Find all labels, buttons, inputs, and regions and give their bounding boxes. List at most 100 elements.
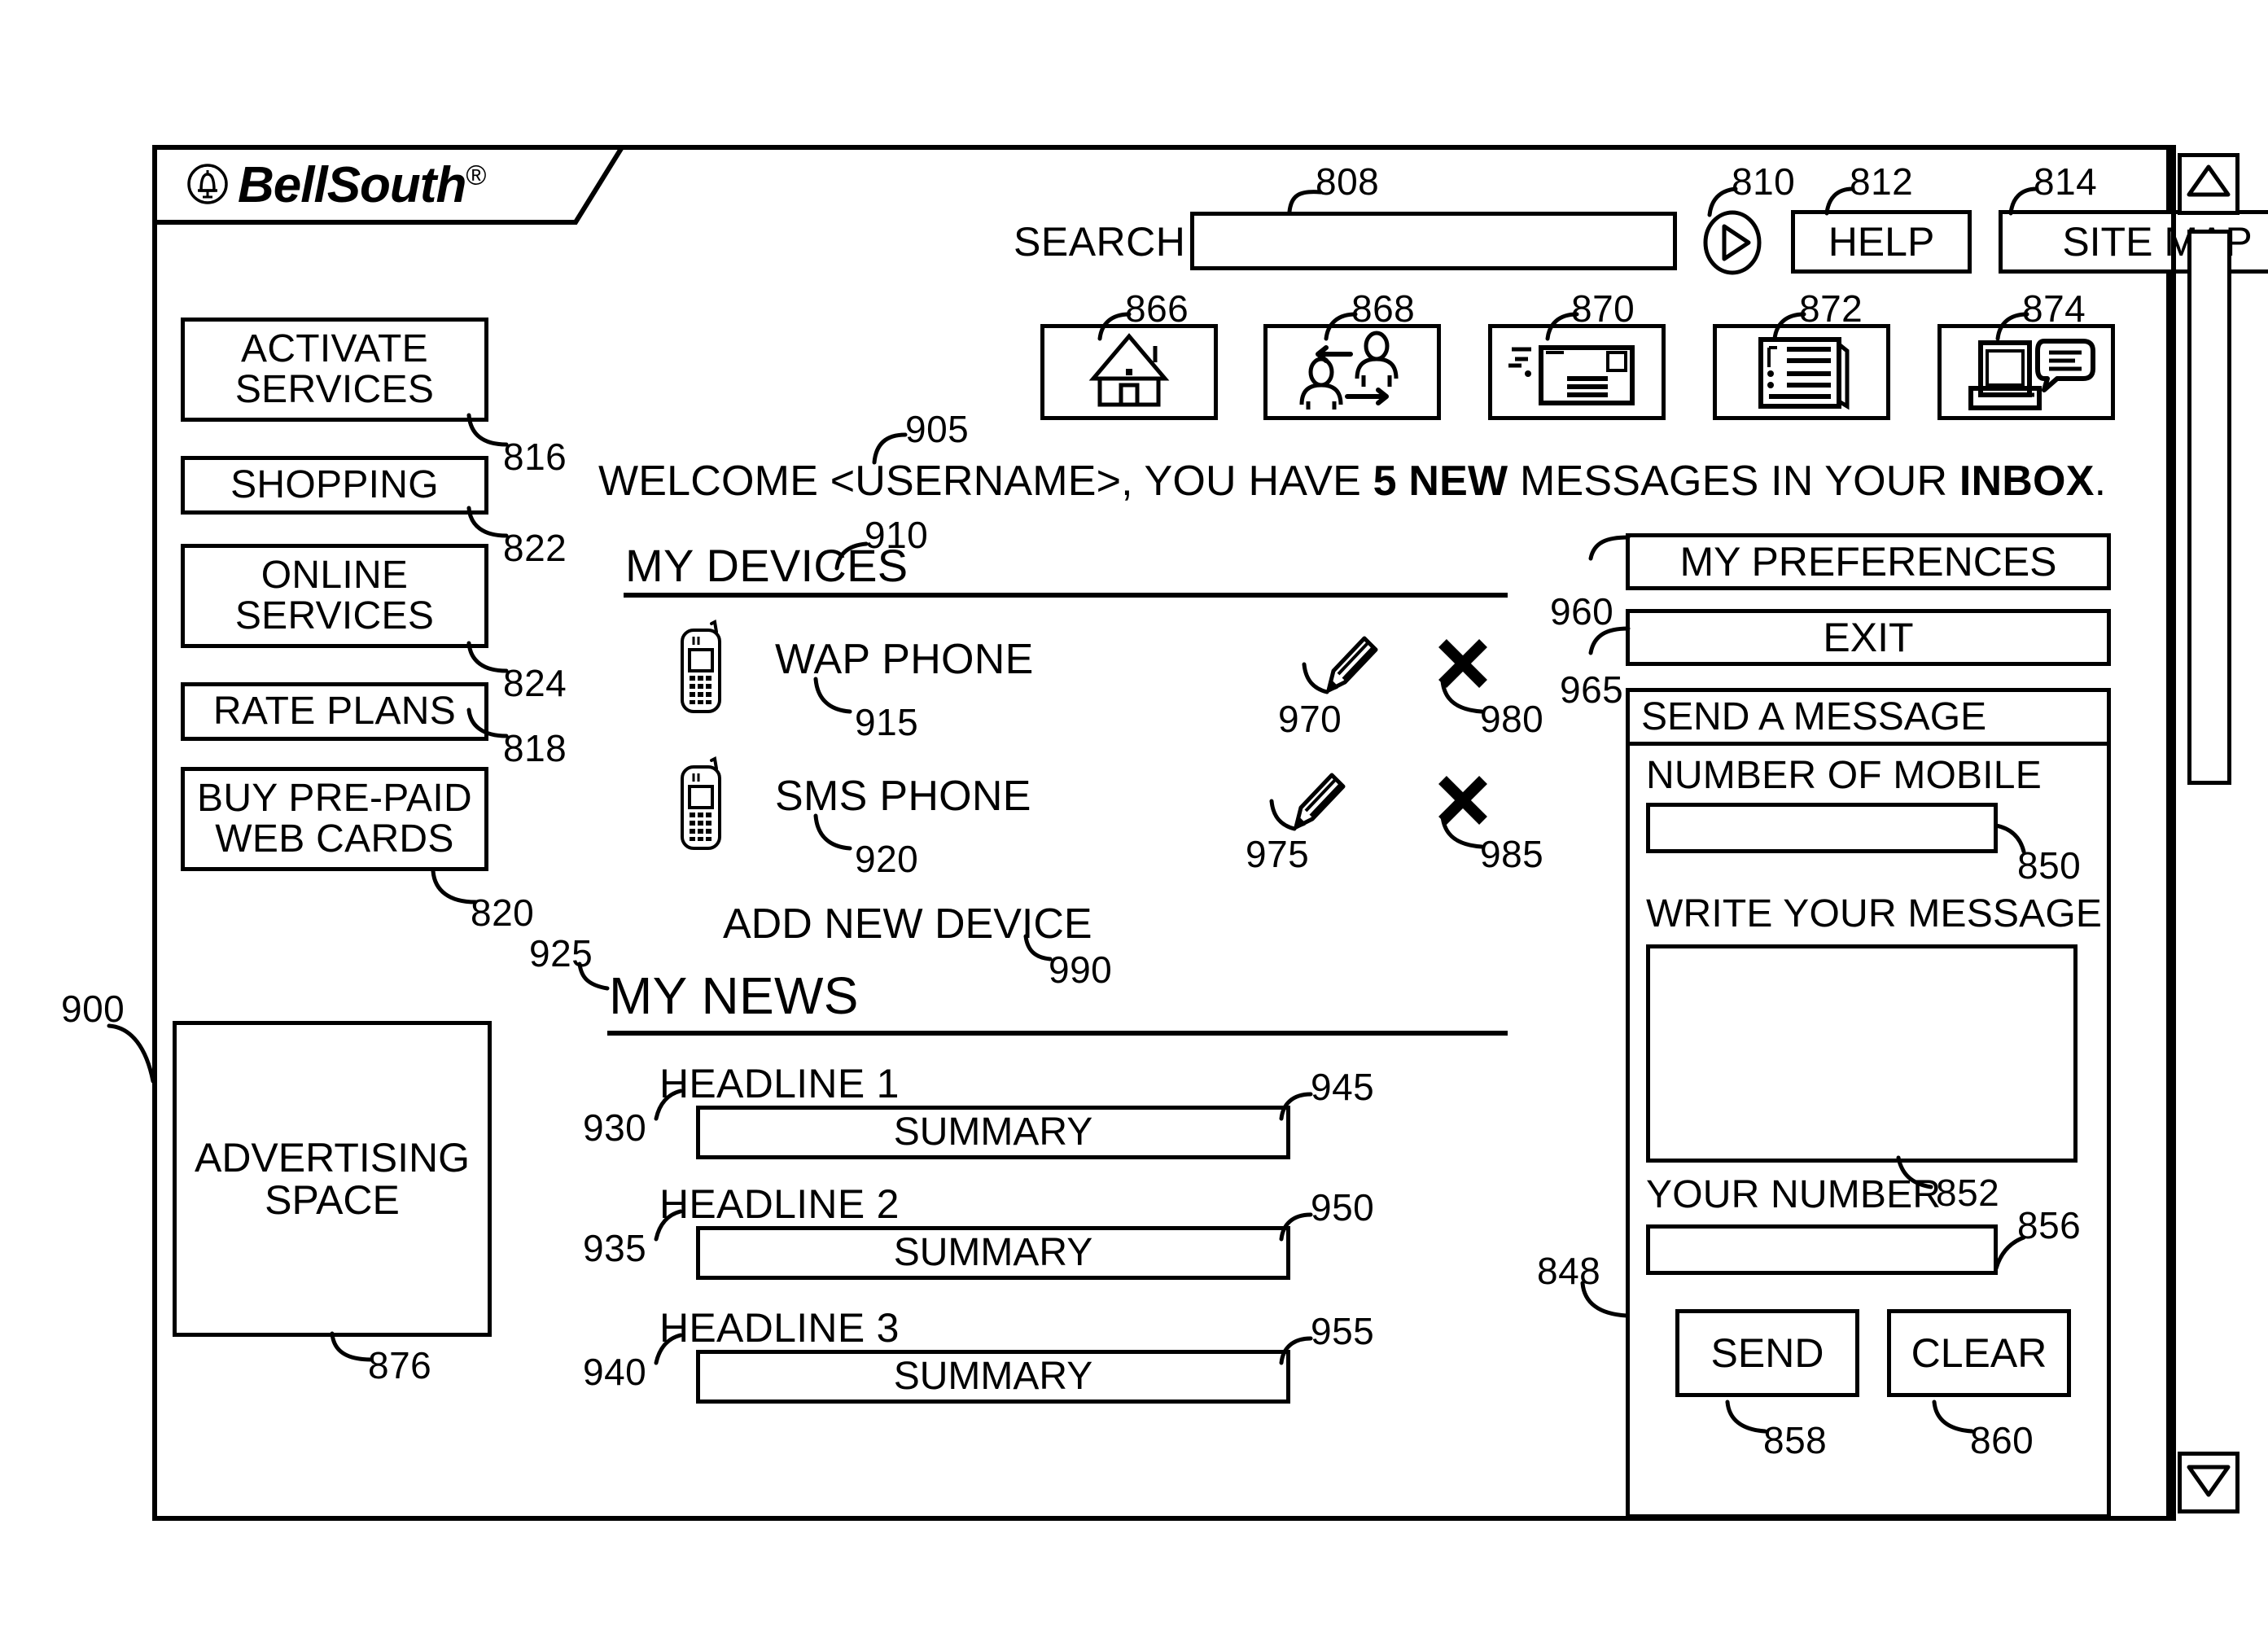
ref-868: 868 [1351,287,1416,330]
sidebar-item-shopping[interactable]: SHOPPING [181,456,488,515]
leader-816 [466,412,511,451]
leader-955 [1270,1335,1316,1366]
ref-930: 930 [583,1106,647,1149]
ref-970: 970 [1278,698,1342,740]
ref-818: 818 [503,727,567,769]
ref-915: 915 [855,701,919,743]
ref-920: 920 [855,838,919,880]
write-your-message-label: WRITE YOUR MESSAGE [1646,892,2103,935]
sidebar-item-online-services[interactable]: ONLINE SERVICES [181,544,488,648]
leader-866 [1087,311,1134,341]
triangle-down-icon [2187,1465,2231,1497]
leader-810 [1698,186,1740,218]
ref-814: 814 [2034,160,2098,203]
scrollbar-down-button[interactable] [2178,1452,2240,1513]
device-name-sms-phone: SMS PHONE [775,773,1031,820]
send-button[interactable]: SEND [1675,1309,1859,1397]
ref-824: 824 [503,662,567,704]
my-news-rule [607,1031,1508,1036]
leader-812 [1815,186,1858,216]
number-of-mobile-input[interactable] [1646,803,1998,853]
sidebar-item-activate-services[interactable]: ACTIVATE SERVICES [181,318,488,422]
ref-852: 852 [1936,1172,2000,1214]
leader-myprefs [1587,534,1631,562]
scrollbar-thumb[interactable] [2187,230,2231,785]
house-icon [1088,333,1170,407]
ref-945: 945 [1311,1066,1375,1108]
leader-856 [1988,1235,2029,1272]
search-label: SEARCH [1014,219,1186,265]
sidebar-item-label: RATE PLANS [212,689,457,733]
news-summary-3[interactable]: SUMMARY [696,1350,1290,1404]
news-headline-1[interactable]: HEADLINE 1 [659,1060,900,1107]
ref-858: 858 [1763,1419,1828,1461]
leader-950 [1270,1211,1316,1242]
sidebar-item-rate-plans[interactable]: RATE PLANS [181,682,488,741]
leader-820 [430,868,480,909]
advertising-line-1: ADVERTISING [194,1134,471,1180]
envelope-icon [1508,345,1635,405]
ref-812: 812 [1850,160,1914,203]
leader-850 [1993,823,2030,856]
exit-button[interactable]: EXIT [1626,609,2111,666]
ref-985: 985 [1480,833,1544,875]
ref-990: 990 [1049,948,1113,991]
write-your-message-textarea[interactable] [1646,944,2078,1163]
news-headline-3[interactable]: HEADLINE 3 [659,1304,900,1351]
leader-824 [466,640,511,677]
scrollbar-up-button[interactable] [2178,153,2240,215]
ref-860: 860 [1970,1419,2034,1461]
help-button[interactable]: HELP [1791,210,1972,274]
news-summary-1[interactable]: SUMMARY [696,1106,1290,1159]
leader-960 [1586,620,1631,656]
number-of-mobile-label: NUMBER OF MOBILE [1646,754,2042,797]
your-number-label: YOUR NUMBER [1646,1173,1942,1216]
leader-925 [576,961,614,993]
device-name-wap-phone: WAP PHONE [775,636,1034,683]
ref-950: 950 [1311,1186,1375,1229]
clear-button[interactable]: CLEAR [1887,1309,2071,1397]
bell-in-circle-icon [186,163,229,205]
welcome-prefix: WELCOME <USERNAME>, YOU HAVE [598,458,1373,505]
inbox-word: INBOX [1959,458,2095,505]
search-go-button[interactable] [1701,210,1763,275]
my-preferences-button[interactable]: MY PREFERENCES [1626,533,2111,590]
leader-872 [1762,311,1809,341]
my-news-title: MY NEWS [609,966,859,1025]
leader-910 [825,541,871,572]
leader-868 [1313,311,1360,341]
pencil-icon[interactable] [1301,627,1379,702]
my-devices-rule [624,593,1508,598]
advertising-line-2: SPACE [265,1177,400,1223]
welcome-message: WELCOME <USERNAME>, YOU HAVE 5 NEW MESSA… [598,457,2106,506]
leader-920 [812,813,855,853]
brand-text: BellSouth [238,157,466,213]
news-summary-2[interactable]: SUMMARY [696,1226,1290,1280]
ref-975: 975 [1246,833,1310,875]
leader-870 [1535,311,1582,341]
leader-822 [466,505,511,542]
leader-860 [1931,1399,1977,1436]
ref-810: 810 [1732,160,1796,203]
your-number-input[interactable] [1646,1224,1998,1275]
send-a-message-title: SEND A MESSAGE [1630,692,2107,746]
news-headline-2[interactable]: HEADLINE 2 [659,1180,900,1228]
new-message-count: 5 NEW [1373,458,1508,505]
ref-980: 980 [1480,698,1544,740]
advertising-space: ADVERTISING SPACE [173,1021,492,1337]
ref-905: 905 [905,408,970,450]
sidebar-item-buy-prepaid-web-cards[interactable]: BUY PRE-PAID WEB CARDS [181,767,488,871]
mobile-phone-icon [669,619,733,716]
computer-chat-icon [1968,339,2095,410]
search-input[interactable] [1190,212,1677,270]
ref-822: 822 [503,527,567,569]
leader-900 [104,1023,161,1088]
ref-955: 955 [1311,1310,1375,1352]
leader-980 [1439,677,1486,716]
bellsouth-logo-banner: BellSouth® [152,145,624,225]
two-people-arrows-icon [1299,331,1399,410]
leader-990 [1022,933,1057,964]
sidebar-item-label: BUY PRE-PAID WEB CARDS [197,776,472,861]
pencil-icon[interactable] [1268,764,1346,839]
ref-816: 816 [503,436,567,478]
